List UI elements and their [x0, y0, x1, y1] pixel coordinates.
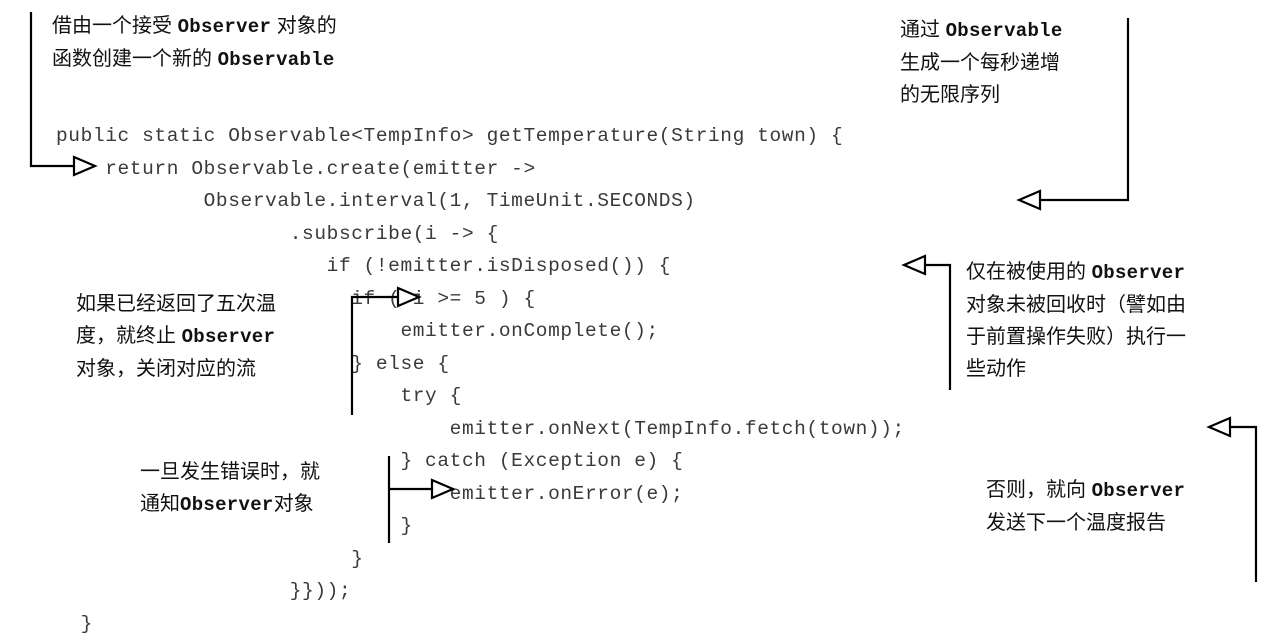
annotation-error-line2: 通知Observer对象: [140, 493, 314, 516]
annotation-disposed-line4: 些动作: [966, 358, 1026, 380]
annotation-five-temperatures: 如果已经返回了五次温 度，就终止 Observer 对象，关闭对应的流: [76, 288, 348, 385]
annotation-interval-line3: 的无限序列: [900, 84, 1000, 106]
annotation-on-error: 一旦发生错误时，就 通知Observer对象: [140, 456, 386, 521]
annotation-interval-line2: 生成一个每秒递增: [900, 52, 1060, 74]
annotation-create-line1: 借由一个接受 Observer 对象的: [52, 15, 337, 38]
annotation-disposed-line1: 仅在被使用的 Observer: [966, 261, 1186, 284]
annotation-not-disposed: 仅在被使用的 Observer 对象未被回收时（譬如由 于前置操作失败）执行一 些动作: [966, 256, 1266, 385]
annotation-disposed-line3: 于前置操作失败）执行一: [966, 326, 1186, 348]
annotation-interval-line1: 通过 Observable: [900, 19, 1063, 42]
annotation-error-line1: 一旦发生错误时，就: [140, 461, 320, 483]
annotation-interval-sequence: 通过 Observable 生成一个每秒递增 的无限序列: [900, 14, 1140, 111]
leader-on-error: [387, 456, 456, 543]
leader-five-temperatures: [350, 286, 422, 415]
annotation-on-next: 否则，就向 Observer 发送下一个温度报告: [986, 474, 1248, 539]
annotation-create-observable: 借由一个接受 Observer 对象的 函数创建一个新的 Observable: [52, 10, 472, 76]
annotation-onnext-line1: 否则，就向 Observer: [986, 479, 1186, 502]
leader-not-disposed: [901, 254, 952, 390]
annotation-five-line2: 度，就终止 Observer: [76, 325, 276, 348]
figure-canvas: public static Observable<TempInfo> getTe…: [0, 0, 1280, 644]
annotation-five-line3: 对象，关闭对应的流: [76, 358, 256, 380]
annotation-disposed-line2: 对象未被回收时（譬如由: [966, 294, 1186, 316]
annotation-create-line2: 函数创建一个新的 Observable: [52, 48, 335, 71]
annotation-onnext-line2: 发送下一个温度报告: [986, 512, 1166, 534]
annotation-five-line1: 如果已经返回了五次温: [76, 293, 276, 315]
